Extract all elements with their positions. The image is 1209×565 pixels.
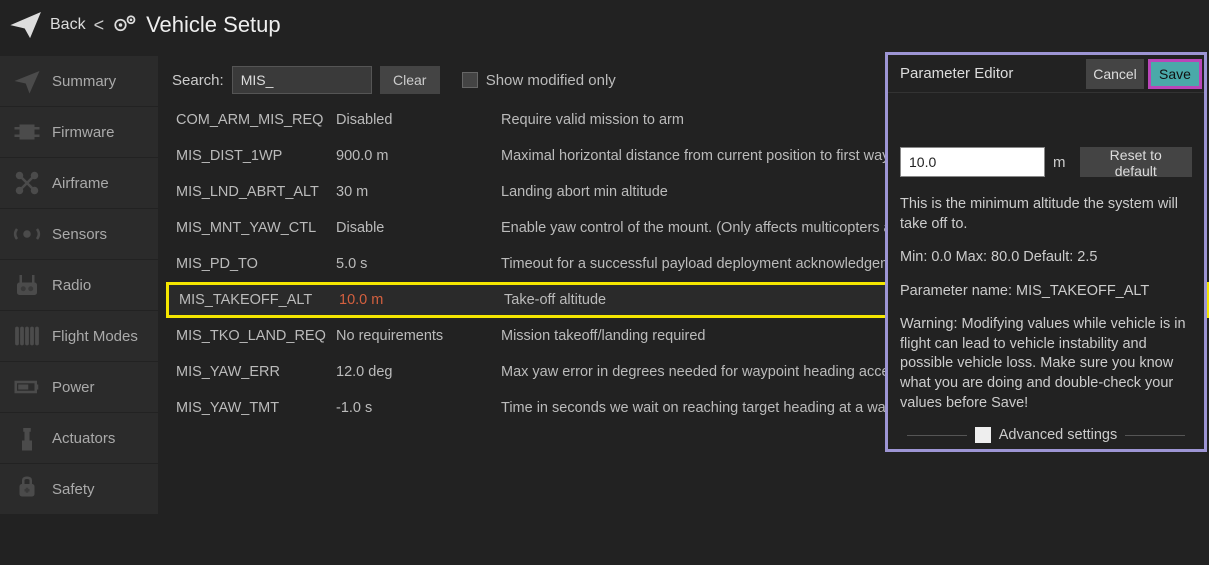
param-value: Disable xyxy=(336,220,501,236)
show-modified-checkbox[interactable] xyxy=(462,72,478,88)
sidebar-item-airframe[interactable]: Airframe xyxy=(0,158,158,208)
sidebar-item-label: Actuators xyxy=(52,430,115,447)
sidebar-item-label: Safety xyxy=(52,481,95,498)
airframe-icon xyxy=(12,168,42,198)
sidebar-item-label: Airframe xyxy=(52,175,109,192)
advanced-checkbox[interactable] xyxy=(975,427,991,443)
clear-button[interactable]: Clear xyxy=(380,66,440,94)
firmware-icon xyxy=(12,117,42,147)
sidebar-item-power[interactable]: Power xyxy=(0,362,158,412)
editor-header: Parameter Editor Cancel Save xyxy=(888,55,1204,93)
sidebar-item-safety[interactable]: Safety xyxy=(0,464,158,514)
save-button[interactable]: Save xyxy=(1148,59,1202,89)
sensors-icon xyxy=(12,219,42,249)
param-value: 30 m xyxy=(336,184,501,200)
param-name: MIS_DIST_1WP xyxy=(176,148,336,164)
param-value: 10.0 m xyxy=(339,292,504,308)
cancel-button[interactable]: Cancel xyxy=(1086,59,1144,89)
param-name: MIS_YAW_ERR xyxy=(176,364,336,380)
top-bar: Back < Vehicle Setup xyxy=(0,0,1209,50)
value-input[interactable] xyxy=(900,147,1045,177)
back-button[interactable]: Back xyxy=(50,16,86,34)
param-name: MIS_TAKEOFF_ALT xyxy=(179,292,339,308)
actuators-icon xyxy=(12,423,42,453)
reset-button[interactable]: Reset to default xyxy=(1080,147,1193,177)
sidebar-item-label: Summary xyxy=(52,73,116,90)
param-value: -1.0 s xyxy=(336,400,501,416)
editor-warning: Warning: Modifying values while vehicle … xyxy=(900,315,1192,413)
advanced-label: Advanced settings xyxy=(999,427,1118,443)
sidebar-item-sensors[interactable]: Sensors xyxy=(0,209,158,259)
page-title: Vehicle Setup xyxy=(146,12,281,38)
sidebar-item-radio[interactable]: Radio xyxy=(0,260,158,310)
flight-modes-icon xyxy=(12,321,42,351)
sidebar-item-label: Power xyxy=(52,379,95,396)
param-name: MIS_LND_ABRT_ALT xyxy=(176,184,336,200)
show-modified-label: Show modified only xyxy=(486,72,616,89)
sidebar-item-summary[interactable]: Summary xyxy=(0,56,158,106)
safety-icon xyxy=(12,474,42,504)
search-input[interactable] xyxy=(232,66,372,94)
param-value: 5.0 s xyxy=(336,256,501,272)
editor-description: This is the minimum altitude the system … xyxy=(900,195,1192,234)
param-name: MIS_TKO_LAND_REQ xyxy=(176,328,336,344)
paper-plane-icon[interactable] xyxy=(10,9,42,41)
sidebar-item-label: Radio xyxy=(52,277,91,294)
param-name: MIS_PD_TO xyxy=(176,256,336,272)
advanced-row: Advanced settings xyxy=(900,427,1192,443)
param-name: MIS_MNT_YAW_CTL xyxy=(176,220,336,236)
editor-range: Min: 0.0 Max: 80.0 Default: 2.5 xyxy=(900,248,1192,268)
sidebar-item-flight-modes[interactable]: Flight Modes xyxy=(0,311,158,361)
param-name: MIS_YAW_TMT xyxy=(176,400,336,416)
editor-param-name: Parameter name: MIS_TAKEOFF_ALT xyxy=(900,282,1192,302)
radio-icon xyxy=(12,270,42,300)
sidebar-item-label: Flight Modes xyxy=(52,328,138,345)
param-value: 900.0 m xyxy=(336,148,501,164)
param-name: COM_ARM_MIS_REQ xyxy=(176,112,336,128)
gears-icon xyxy=(110,11,138,39)
param-value: 12.0 deg xyxy=(336,364,501,380)
power-icon xyxy=(12,372,42,402)
unit-label: m xyxy=(1053,154,1066,171)
sidebar-item-label: Firmware xyxy=(52,124,115,141)
chevron-left-icon: < xyxy=(94,15,105,36)
sidebar-item-label: Sensors xyxy=(52,226,107,243)
param-value: Disabled xyxy=(336,112,501,128)
editor-title: Parameter Editor xyxy=(900,65,1013,82)
search-label: Search: xyxy=(172,72,224,89)
summary-icon xyxy=(12,66,42,96)
sidebar: Summary Firmware Airframe Sensors Radio … xyxy=(0,50,158,565)
sidebar-item-firmware[interactable]: Firmware xyxy=(0,107,158,157)
sidebar-item-actuators[interactable]: Actuators xyxy=(0,413,158,463)
param-value: No requirements xyxy=(336,328,501,344)
parameter-editor-panel: Parameter Editor Cancel Save m Reset to … xyxy=(885,52,1207,452)
